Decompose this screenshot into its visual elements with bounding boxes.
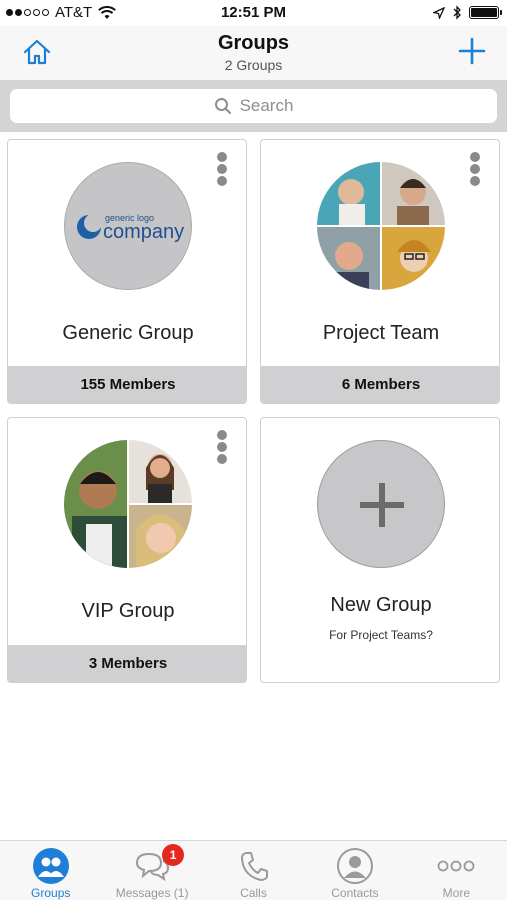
card-menu-icon[interactable]	[216, 430, 228, 464]
new-group-subtitle: For Project Teams?	[329, 628, 433, 642]
status-time: 12:51 PM	[220, 4, 287, 21]
group-name: VIP Group	[81, 600, 175, 622]
member-photo	[382, 162, 445, 225]
battery-icon	[469, 6, 502, 19]
tab-messages[interactable]: 1 Messages (1)	[101, 841, 202, 900]
more-icon	[436, 846, 476, 885]
member-photo	[64, 440, 127, 568]
search-bar-container: Search	[0, 80, 507, 132]
group-avatar-collage	[317, 162, 445, 290]
member-photo	[317, 227, 380, 290]
member-photo	[317, 162, 380, 225]
location-icon	[433, 6, 445, 19]
tab-label: More	[442, 886, 470, 900]
status-bar: AT&T 12:51 PM	[0, 0, 507, 26]
phone-icon	[234, 846, 274, 885]
group-card-project-team[interactable]: Project Team 6 Members	[260, 139, 500, 404]
group-card-vip[interactable]: VIP Group 3 Members	[7, 417, 247, 683]
add-group-button[interactable]	[457, 36, 487, 66]
group-avatar-collage	[64, 440, 192, 568]
company-logo-icon: generic logo company	[77, 213, 184, 243]
group-member-count: 6 Members	[261, 366, 499, 403]
nav-bar: Groups 2 Groups	[0, 26, 507, 80]
search-icon	[214, 98, 231, 114]
search-placeholder: Search	[239, 96, 294, 115]
page-title: Groups	[217, 32, 290, 54]
card-menu-icon[interactable]	[216, 152, 228, 186]
tab-more[interactable]: More	[406, 841, 507, 900]
status-right	[433, 5, 502, 20]
tab-bar: Groups 1 Messages (1) Calls Contacts Mor…	[0, 840, 507, 900]
groups-icon	[31, 846, 71, 885]
group-name: Project Team	[322, 322, 440, 344]
logo-big-text: company	[103, 221, 184, 243]
member-photo	[129, 505, 192, 568]
tab-contacts[interactable]: Contacts	[304, 841, 405, 900]
tab-groups[interactable]: Groups	[0, 841, 101, 900]
group-name: Generic Group	[62, 322, 194, 344]
groups-grid: generic logo company Generic Group 155 M…	[0, 132, 507, 840]
tab-calls[interactable]: Calls	[203, 841, 304, 900]
group-avatar-logo: generic logo company	[64, 162, 192, 290]
tab-label: Messages (1)	[115, 886, 189, 900]
group-member-count: 3 Members	[8, 645, 246, 682]
new-group-card[interactable]: New Group For Project Teams?	[260, 417, 500, 683]
bluetooth-icon	[453, 5, 461, 20]
group-card-generic[interactable]: generic logo company Generic Group 155 M…	[7, 139, 247, 404]
card-menu-icon[interactable]	[469, 152, 481, 186]
unread-badge: 1	[162, 844, 185, 866]
page-subtitle: 2 Groups	[224, 57, 283, 73]
add-group-icon	[317, 440, 445, 568]
member-photo	[382, 227, 445, 290]
tab-label: Groups	[31, 886, 71, 900]
search-input[interactable]: Search	[10, 89, 497, 123]
tab-label: Calls	[240, 886, 267, 900]
messages-icon: 1	[132, 844, 185, 885]
contact-icon	[335, 846, 375, 885]
member-photo	[129, 440, 192, 503]
tab-label: Contacts	[331, 886, 379, 900]
group-member-count: 155 Members	[8, 366, 246, 403]
new-group-title: New Group	[330, 594, 432, 616]
